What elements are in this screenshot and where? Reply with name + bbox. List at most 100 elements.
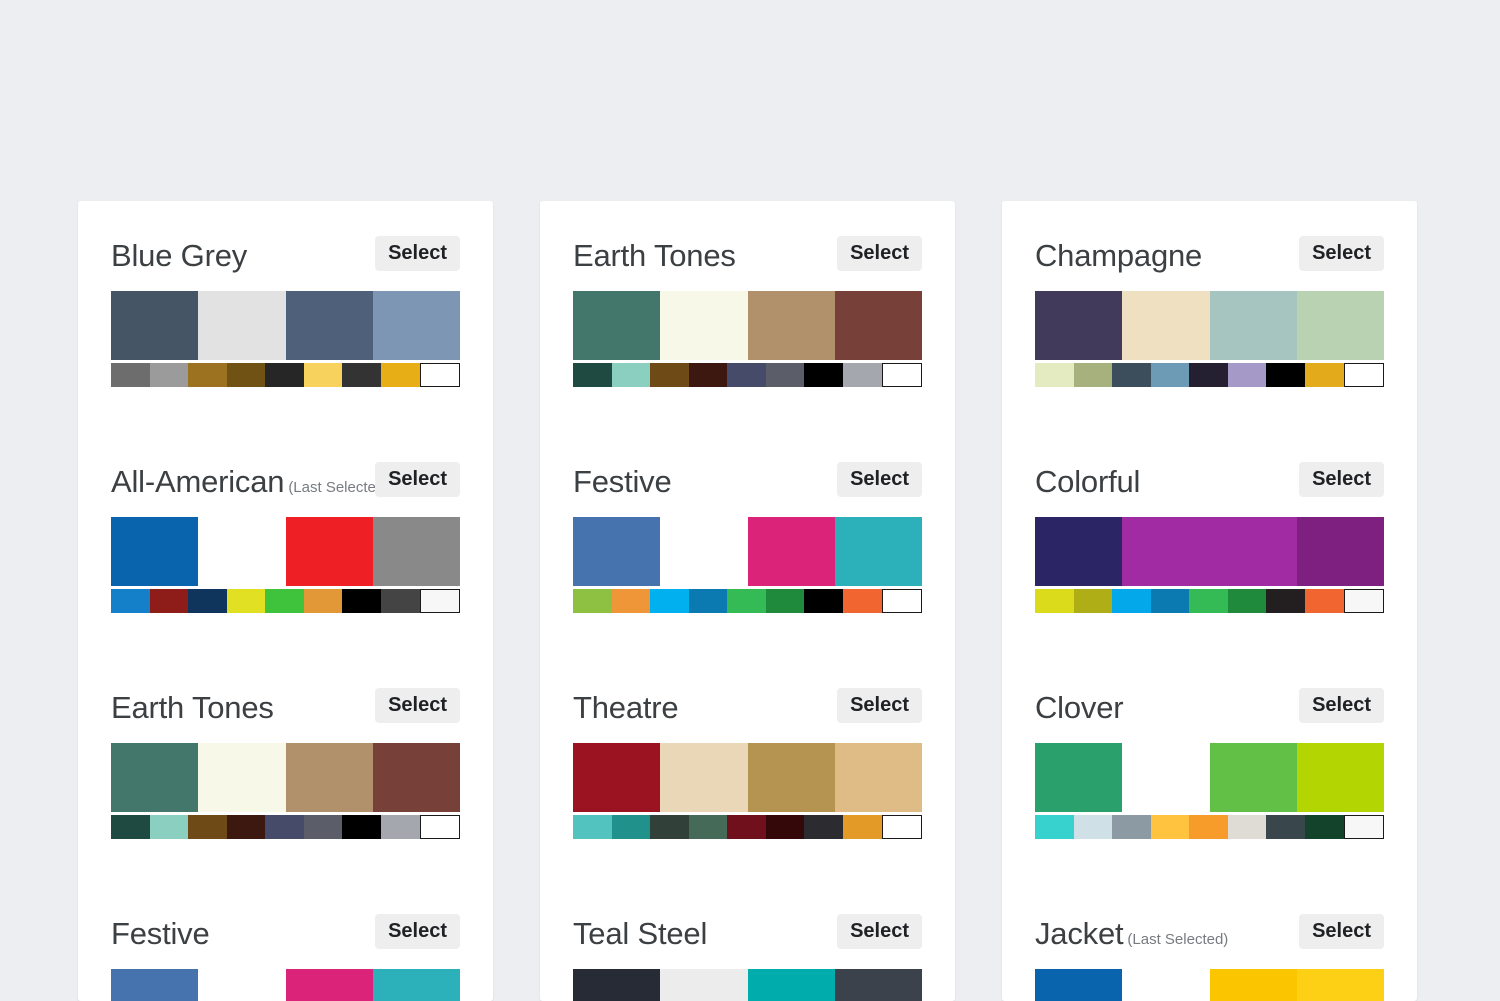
- card-gap: [1002, 613, 1417, 667]
- mini-swatch-row: [111, 589, 461, 613]
- main-swatch-row: [573, 291, 922, 360]
- main-swatch: [573, 969, 661, 1001]
- mini-swatch: [881, 363, 923, 387]
- palette-title: Earth Tones: [111, 690, 274, 725]
- mini-swatch: [303, 589, 343, 613]
- main-swatch: [834, 743, 922, 812]
- main-swatch: [285, 291, 373, 360]
- main-swatch: [660, 969, 748, 1001]
- select-button[interactable]: Select: [837, 688, 922, 723]
- mini-swatch: [380, 815, 420, 839]
- palette-title-wrap: Theatre: [573, 692, 679, 723]
- mini-swatch: [342, 815, 381, 839]
- main-swatch-row: [111, 517, 460, 586]
- main-swatch-row: [111, 291, 460, 360]
- main-swatch: [1035, 743, 1123, 812]
- mini-swatch-row: [1035, 589, 1385, 613]
- main-swatch-row: [573, 743, 922, 812]
- main-swatch: [1296, 969, 1384, 1001]
- card-gap: [78, 839, 493, 893]
- mini-swatch: [1112, 363, 1151, 387]
- palette-title-wrap: Clover: [1035, 692, 1124, 723]
- mini-swatch: [611, 363, 651, 387]
- palette-card: All-American (Last Selected) Select: [78, 441, 493, 613]
- select-button[interactable]: Select: [1299, 914, 1384, 949]
- mini-swatch: [419, 363, 461, 387]
- palette-card: Festive Select: [78, 893, 493, 1001]
- main-swatch: [1209, 517, 1297, 586]
- mini-swatch: [727, 589, 766, 613]
- select-button[interactable]: Select: [375, 236, 460, 271]
- palette-card-header: Festive Select: [573, 441, 922, 497]
- main-swatch-row: [111, 969, 460, 1001]
- main-swatch: [198, 969, 286, 1001]
- select-button[interactable]: Select: [837, 236, 922, 271]
- mini-swatch: [650, 363, 689, 387]
- mini-swatch: [1073, 589, 1113, 613]
- mini-swatch: [688, 815, 728, 839]
- palette-card-header: Clover Select: [1035, 667, 1384, 723]
- palette-card: Champagne Select: [1002, 215, 1417, 387]
- select-button[interactable]: Select: [1299, 236, 1384, 271]
- main-swatch: [1035, 291, 1123, 360]
- select-button[interactable]: Select: [375, 688, 460, 723]
- mini-swatch: [1227, 589, 1267, 613]
- mini-swatch: [727, 363, 766, 387]
- mini-swatch: [1112, 815, 1151, 839]
- palette-title: Teal Steel: [573, 916, 708, 951]
- mini-swatch: [804, 815, 843, 839]
- main-swatch-row: [1035, 743, 1384, 812]
- main-swatch: [1296, 517, 1384, 586]
- mini-swatch: [1035, 589, 1074, 613]
- main-swatch: [198, 291, 286, 360]
- main-swatch: [573, 291, 661, 360]
- palette-card-header: Earth Tones Select: [111, 667, 460, 723]
- palette-title-wrap: Jacket (Last Selected): [1035, 918, 1228, 949]
- main-swatch: [573, 517, 661, 586]
- palette-title: Jacket: [1035, 916, 1124, 951]
- mini-swatch: [1304, 589, 1344, 613]
- mini-swatch: [573, 815, 612, 839]
- main-swatch: [1209, 969, 1297, 1001]
- palette-card: Blue Grey Select: [78, 215, 493, 387]
- mini-swatch: [380, 589, 420, 613]
- column-top-padding: [540, 201, 955, 215]
- main-swatch: [834, 291, 922, 360]
- palette-title: All-American: [111, 464, 285, 499]
- mini-swatch: [265, 363, 304, 387]
- main-swatch: [372, 743, 460, 812]
- palette-card-header: Jacket (Last Selected) Select: [1035, 893, 1384, 949]
- card-gap: [78, 387, 493, 441]
- mini-swatch: [842, 363, 882, 387]
- select-button[interactable]: Select: [375, 462, 460, 497]
- mini-swatch: [765, 815, 805, 839]
- mini-swatch: [419, 815, 461, 839]
- main-swatch-row: [573, 517, 922, 586]
- mini-swatch: [226, 815, 266, 839]
- mini-swatch: [188, 589, 227, 613]
- select-button[interactable]: Select: [837, 462, 922, 497]
- mini-swatch: [1073, 363, 1113, 387]
- mini-swatch: [1112, 589, 1151, 613]
- mini-swatch: [1227, 815, 1267, 839]
- select-button[interactable]: Select: [1299, 688, 1384, 723]
- main-swatch: [1035, 969, 1123, 1001]
- palette-title-wrap: All-American (Last Selected): [111, 464, 389, 499]
- mini-swatch: [688, 589, 728, 613]
- card-gap: [78, 613, 493, 667]
- main-swatch: [285, 743, 373, 812]
- palette-title-wrap: Blue Grey: [111, 240, 247, 271]
- main-swatch: [1296, 743, 1384, 812]
- mini-swatch: [149, 363, 189, 387]
- select-button[interactable]: Select: [837, 914, 922, 949]
- main-swatch: [660, 291, 748, 360]
- mini-swatch: [765, 363, 805, 387]
- main-swatch: [747, 969, 835, 1001]
- main-swatch: [747, 291, 835, 360]
- mini-swatch: [342, 589, 381, 613]
- select-button[interactable]: Select: [1299, 462, 1384, 497]
- select-button[interactable]: Select: [375, 914, 460, 949]
- mini-swatch: [1150, 589, 1190, 613]
- main-swatch: [834, 517, 922, 586]
- card-gap: [1002, 839, 1417, 893]
